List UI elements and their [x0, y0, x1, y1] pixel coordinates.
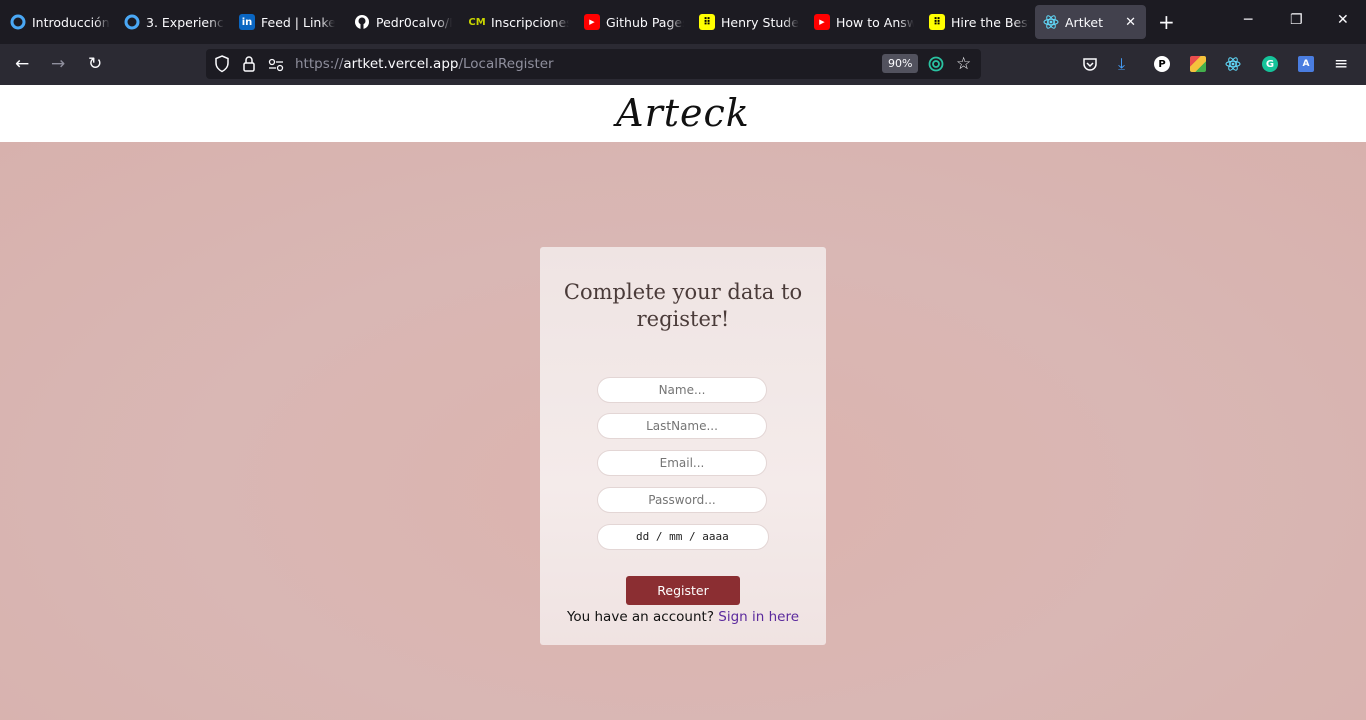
tab-artket[interactable]: Artket ✕: [1035, 5, 1146, 39]
bookmark-star-icon[interactable]: ☆: [956, 54, 971, 74]
shield-icon[interactable]: [214, 55, 230, 77]
react-icon: [1043, 14, 1059, 30]
henry-icon: ⠿: [929, 14, 945, 30]
site-header: Arteck: [0, 85, 1366, 142]
register-button[interactable]: Register: [626, 576, 740, 605]
url-text[interactable]: https://artket.vercel.app/LocalRegister: [295, 56, 554, 72]
cm-icon: CM: [469, 16, 486, 28]
back-icon[interactable]: ←: [15, 55, 29, 73]
tab-label: Feed | LinkedIn: [261, 14, 335, 30]
url-scheme: https://: [295, 56, 344, 72]
close-window-icon[interactable]: ✕: [1337, 12, 1349, 28]
youtube-icon: ▶: [814, 14, 830, 30]
password-input[interactable]: [597, 487, 767, 513]
url-domain: artket.vercel.app: [343, 56, 459, 72]
circle-icon: [124, 14, 140, 30]
colorful-extension-icon[interactable]: [1190, 56, 1206, 72]
signin-link[interactable]: Sign in here: [718, 609, 799, 625]
reload-icon[interactable]: ↻: [88, 55, 102, 73]
forward-icon[interactable]: →: [51, 55, 65, 73]
new-tab-button[interactable]: +: [1158, 12, 1175, 32]
tab-henry-student[interactable]: ⠿ Henry Studen: [699, 5, 799, 39]
tab-label: Henry Studen: [721, 14, 799, 30]
restore-icon[interactable]: ❐: [1290, 12, 1303, 28]
site-logo[interactable]: Arteck: [616, 91, 750, 135]
name-input[interactable]: [597, 377, 767, 403]
github-icon: [354, 14, 370, 30]
tab-introduccion[interactable]: Introducción: [10, 5, 110, 39]
permissions-icon[interactable]: [268, 57, 284, 76]
minimize-icon[interactable]: ─: [1244, 12, 1252, 28]
signin-prompt: You have an account? Sign in here: [540, 609, 826, 625]
account-question: You have an account?: [566, 609, 714, 625]
henry-icon: ⠿: [699, 14, 715, 30]
tab-inscripciones[interactable]: CM Inscripciones: [469, 5, 569, 39]
lock-icon[interactable]: [242, 55, 256, 77]
react-devtools-icon[interactable]: [1225, 56, 1241, 76]
form-title: Complete your data to register!: [563, 280, 803, 331]
url-path: /LocalRegister: [458, 56, 554, 72]
download-icon[interactable]: ⤓: [1118, 54, 1125, 74]
tab-label: Artket: [1065, 14, 1103, 30]
tab-label: Github Pages: [606, 14, 684, 30]
tab-label: 3. Experiencia: [146, 14, 224, 30]
browser-navbar: ← → ↻ https://artket.vercel.app/LocalReg…: [0, 44, 1366, 85]
tab-linkedin[interactable]: in Feed | LinkedIn: [239, 5, 335, 39]
grammarly-icon[interactable]: G: [1262, 56, 1278, 72]
tab-github-pages[interactable]: ▶ Github Pages: [584, 5, 684, 39]
tab-hire-the-best[interactable]: ⠿ Hire the Best: [929, 5, 1029, 39]
tab-github[interactable]: Pedr0calvo/P: [354, 5, 452, 39]
tab-label: How to Answ: [836, 14, 914, 30]
tab-label: Inscripciones: [491, 14, 569, 30]
translate-icon[interactable]: A: [1298, 56, 1314, 72]
pocket-icon[interactable]: [1082, 56, 1098, 76]
tab-label: Introducción: [32, 14, 110, 30]
linkedin-icon: in: [239, 14, 255, 30]
menu-icon[interactable]: ≡: [1334, 54, 1348, 74]
email-input[interactable]: [597, 450, 767, 476]
p-extension-icon[interactable]: P: [1154, 56, 1170, 72]
close-tab-icon[interactable]: ✕: [1125, 15, 1136, 30]
lastname-input[interactable]: [597, 413, 767, 439]
youtube-icon: ▶: [584, 14, 600, 30]
zoom-badge[interactable]: 90%: [882, 54, 919, 73]
url-bar[interactable]: https://artket.vercel.app/LocalRegister …: [206, 49, 981, 79]
tab-how-to-answer[interactable]: ▶ How to Answ: [814, 5, 914, 39]
tab-label: Hire the Best: [951, 14, 1029, 30]
register-card: Complete your data to register! dd / mm …: [540, 247, 826, 645]
tracking-icon[interactable]: [928, 56, 944, 76]
circle-icon: [10, 14, 26, 30]
tab-experiencia[interactable]: 3. Experiencia: [124, 5, 224, 39]
birthdate-input[interactable]: dd / mm / aaaa: [597, 524, 769, 550]
browser-tabbar: Introducción 3. Experiencia in Feed | Li…: [0, 0, 1366, 44]
tab-label: Pedr0calvo/P: [376, 14, 452, 30]
